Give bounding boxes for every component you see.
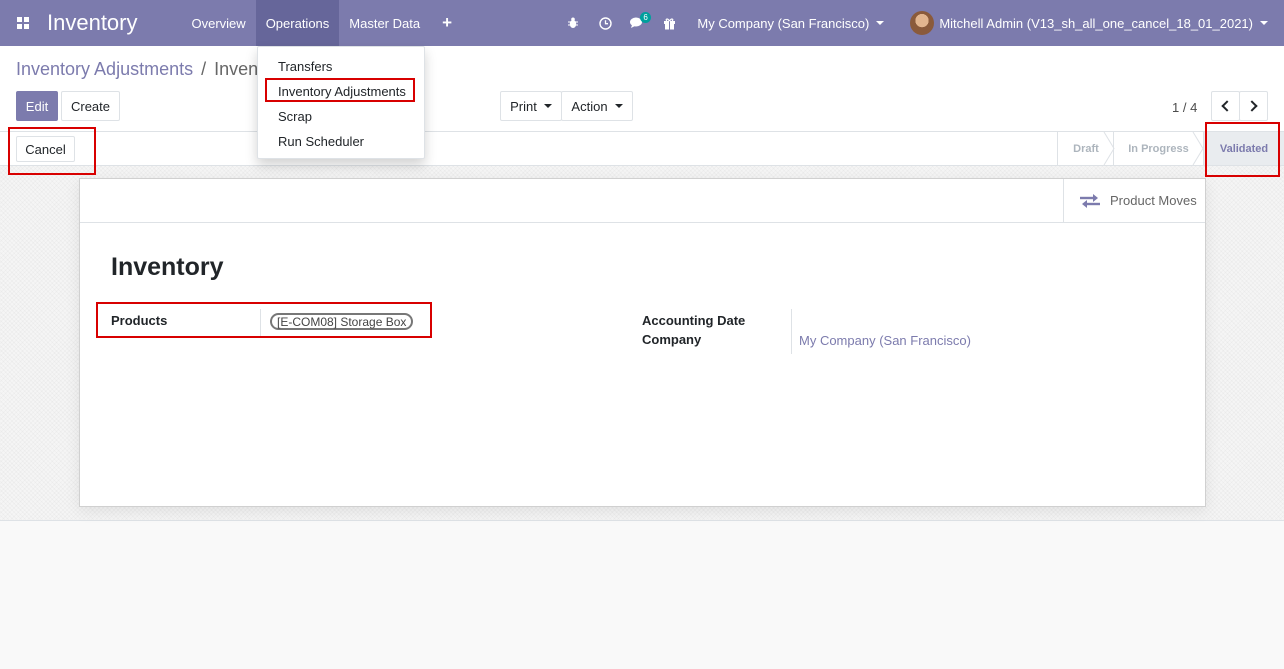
avatar	[910, 11, 935, 35]
menu-master-data[interactable]: Master Data	[339, 0, 430, 46]
company-switcher[interactable]: My Company (San Francisco)	[685, 16, 894, 31]
product-moves-label: Product Moves	[1110, 193, 1197, 208]
breadcrumb: Inventory Adjustments / Invent	[16, 59, 263, 80]
status-bar: Cancel Draft In Progress Validated	[0, 131, 1284, 166]
edit-button[interactable]: Edit	[16, 91, 58, 121]
pager-previous-button[interactable]	[1211, 91, 1240, 121]
chevron-left-icon	[1221, 100, 1233, 112]
app-title[interactable]: Inventory	[47, 10, 138, 36]
control-panel: Inventory Adjustments / Invent Edit Crea…	[0, 46, 1284, 131]
menu-overview[interactable]: Overview	[182, 0, 256, 46]
dropdown-item-transfers[interactable]: Transfers	[278, 59, 332, 74]
stage-in-progress[interactable]: In Progress	[1113, 132, 1203, 165]
exchange-arrows-icon	[1080, 193, 1100, 208]
company-label: Company	[642, 332, 702, 347]
pager-next-button[interactable]	[1239, 91, 1268, 121]
bug-icon[interactable]	[557, 0, 589, 46]
pager-value[interactable]: 1 / 4	[1172, 100, 1197, 115]
breadcrumb-separator: /	[201, 59, 207, 79]
gift-icon[interactable]	[653, 0, 685, 46]
accounting-date-label: Accounting Date	[642, 313, 746, 328]
stage-draft[interactable]: Draft	[1057, 132, 1114, 165]
annotation-box-inventory-adjustments	[265, 78, 415, 102]
clock-icon[interactable]	[589, 0, 621, 46]
annotation-box-products	[96, 302, 432, 338]
action-button[interactable]: Action	[561, 91, 633, 121]
top-navbar: Inventory Overview Operations Master Dat…	[0, 0, 1284, 46]
record-title: Inventory	[111, 253, 224, 281]
operations-dropdown: Transfers Inventory Adjustments Scrap Ru…	[257, 46, 425, 159]
apps-menu-icon[interactable]	[0, 0, 46, 46]
dropdown-item-run-scheduler[interactable]: Run Scheduler	[278, 134, 364, 149]
chevron-down-icon	[876, 21, 885, 25]
action-label: Action	[571, 98, 608, 114]
systray: 6 My Company (San Francisco) Mitchell Ad…	[557, 0, 1284, 46]
menu-operations[interactable]: Operations	[255, 0, 340, 46]
breadcrumb-current: Invent	[214, 59, 264, 79]
main-menu: Overview Operations Master Data +	[182, 0, 465, 46]
dropdown-item-scrap[interactable]: Scrap	[278, 109, 312, 124]
company-name: My Company (San Francisco)	[697, 15, 870, 31]
annotation-box-validated	[1205, 122, 1280, 177]
chat-icon[interactable]: 6	[621, 0, 653, 46]
breadcrumb-parent[interactable]: Inventory Adjustments	[16, 59, 193, 79]
create-button[interactable]: Create	[61, 91, 120, 121]
chevron-right-icon	[1246, 100, 1258, 112]
product-moves-button[interactable]: Product Moves	[1063, 179, 1205, 222]
field-separator	[791, 309, 792, 354]
print-button[interactable]: Print	[500, 91, 562, 121]
chat-badge: 6	[640, 12, 651, 23]
print-label: Print	[510, 98, 537, 114]
user-menu[interactable]: Mitchell Admin (V13_sh_all_one_cancel_18…	[894, 11, 1284, 35]
user-name: Mitchell Admin (V13_sh_all_one_cancel_18…	[939, 15, 1253, 31]
company-value-link[interactable]: My Company (San Francisco)	[799, 333, 971, 348]
button-box: Product Moves	[80, 179, 1205, 223]
chevron-down-icon	[1260, 21, 1268, 25]
menu-plus-icon[interactable]: +	[430, 0, 464, 46]
annotation-box-cancel	[8, 127, 96, 175]
form-sheet: Product Moves Inventory Products [E-COM0…	[79, 178, 1206, 507]
chevron-down-icon	[543, 104, 552, 108]
chevron-down-icon	[614, 104, 623, 108]
